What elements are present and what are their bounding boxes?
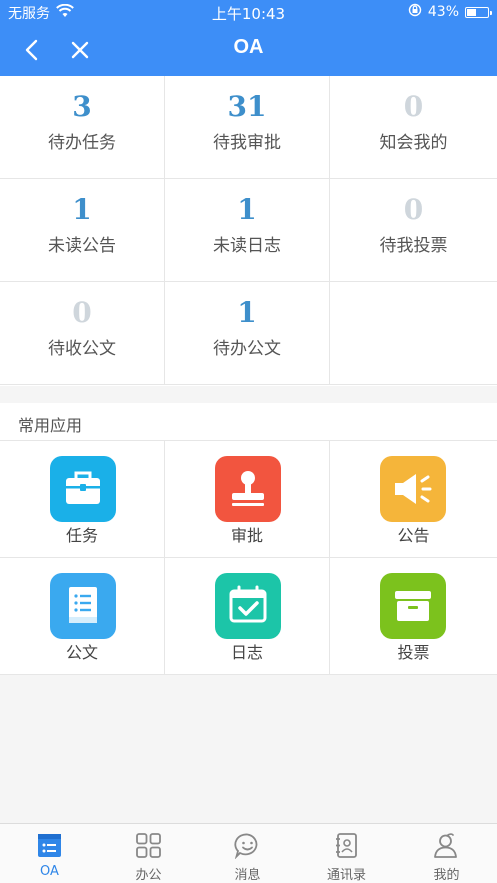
app-label: 审批 xyxy=(230,526,263,545)
stat-label: 待我审批 xyxy=(213,133,281,153)
stat-label: 待办公文 xyxy=(213,339,281,359)
tab-messages[interactable]: 消息 xyxy=(198,824,297,883)
stat-label: 知会我的 xyxy=(379,133,448,153)
stat-pending-approvals[interactable]: 31 待我审批 xyxy=(165,76,330,179)
tab-bar: OA 办公 消息 通讯录 我的 xyxy=(0,823,497,883)
tab-label: 办公 xyxy=(135,868,162,883)
stat-unread-notices[interactable]: 1 未读公告 xyxy=(0,179,165,282)
stat-empty-cell xyxy=(330,282,497,385)
stat-value: 1 xyxy=(237,193,257,226)
common-apps-header: 常用应用 xyxy=(0,403,497,441)
page-title: OA xyxy=(233,36,264,58)
stat-value: 0 xyxy=(403,90,424,123)
battery-percent: 43% xyxy=(427,4,459,20)
stat-value: 0 xyxy=(72,296,92,329)
stat-value: 31 xyxy=(227,90,267,123)
app-label: 投票 xyxy=(397,643,430,662)
app-task[interactable]: 任务 xyxy=(0,441,165,558)
app-label: 公文 xyxy=(65,643,98,662)
tab-label: 我的 xyxy=(433,868,460,883)
grid-icon xyxy=(136,833,161,858)
calendar-check-icon xyxy=(215,573,281,639)
apps-grid: 任务 审批 公告 公文 日志 投票 xyxy=(0,441,497,675)
stamp-icon xyxy=(215,456,281,522)
stat-pending-tasks[interactable]: 3 待办任务 xyxy=(0,76,165,179)
stat-value: 1 xyxy=(237,296,257,329)
app-document[interactable]: 公文 xyxy=(0,558,165,675)
tab-contacts[interactable]: 通讯录 xyxy=(297,824,396,883)
document-icon xyxy=(50,573,116,639)
status-right: 43% xyxy=(408,3,492,21)
stat-documents-to-handle[interactable]: 1 待办公文 xyxy=(165,282,330,385)
app-label: 公告 xyxy=(397,526,430,545)
contacts-book-icon xyxy=(336,833,357,858)
ballot-box-icon xyxy=(380,573,446,639)
app-label: 任务 xyxy=(65,526,98,545)
app-approval[interactable]: 审批 xyxy=(165,441,330,558)
stat-notify-me[interactable]: 0 知会我的 xyxy=(330,76,497,179)
app-label: 日志 xyxy=(230,643,263,662)
stat-label: 未读日志 xyxy=(213,236,281,256)
stats-grid: 3 待办任务 31 待我审批 0 知会我的 1 未读公告 1 未读日志 0 待我… xyxy=(0,76,497,386)
stat-pending-votes[interactable]: 0 待我投票 xyxy=(330,179,497,282)
stat-label: 待我投票 xyxy=(379,236,448,256)
briefcase-icon xyxy=(50,456,116,522)
tab-me[interactable]: 我的 xyxy=(396,824,497,883)
app-notice[interactable]: 公告 xyxy=(330,441,497,558)
tab-office[interactable]: 办公 xyxy=(99,824,198,883)
stat-label: 待办任务 xyxy=(48,133,116,153)
megaphone-icon xyxy=(380,456,446,522)
tab-label: 通讯录 xyxy=(326,868,366,883)
person-icon xyxy=(434,833,457,858)
tab-label: OA xyxy=(40,864,59,879)
stat-value: 1 xyxy=(72,193,92,226)
stat-unread-logs[interactable]: 1 未读日志 xyxy=(165,179,330,282)
rotation-lock-icon xyxy=(408,3,422,21)
stat-label: 未读公告 xyxy=(48,236,116,256)
tab-oa[interactable]: OA xyxy=(0,824,99,883)
stat-value: 3 xyxy=(72,90,92,123)
app-vote[interactable]: 投票 xyxy=(330,558,497,675)
status-bar: 无服务 上午10:43 43% xyxy=(0,0,497,24)
tab-label: 消息 xyxy=(234,868,261,883)
app-log[interactable]: 日志 xyxy=(165,558,330,675)
section-title: 常用应用 xyxy=(18,416,83,435)
chat-smile-icon xyxy=(234,833,258,859)
stat-documents-to-receive[interactable]: 0 待收公文 xyxy=(0,282,165,385)
stat-value: 0 xyxy=(403,193,424,226)
stat-label: 待收公文 xyxy=(48,339,116,359)
oa-list-icon xyxy=(38,834,61,857)
nav-bar: OA xyxy=(0,24,497,76)
battery-icon xyxy=(465,6,492,18)
